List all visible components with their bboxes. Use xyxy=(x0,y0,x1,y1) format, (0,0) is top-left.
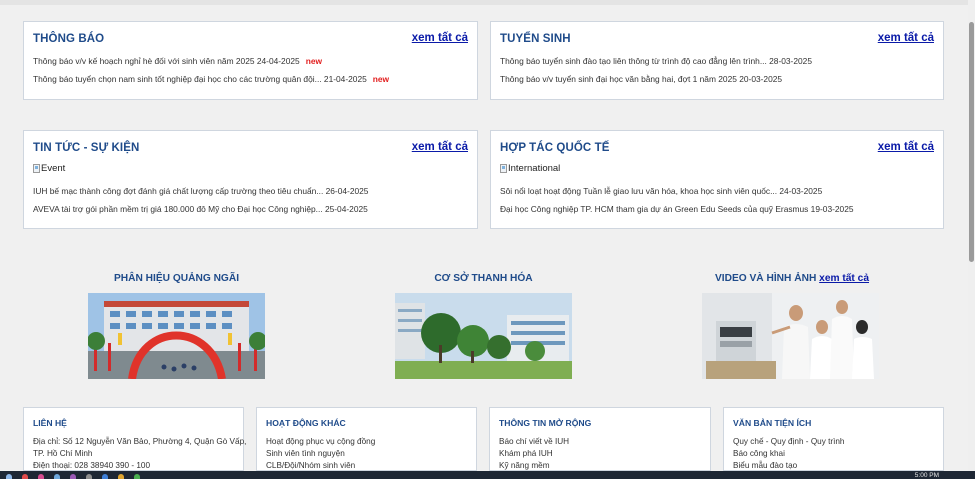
footer-activities-title: HOẠT ĐỘNG KHÁC xyxy=(266,418,346,428)
broken-image-icon xyxy=(500,164,507,173)
campus-building-illustration xyxy=(88,293,265,379)
admission-item[interactable]: Thông báo tuyển sinh đào tạo liên thông … xyxy=(500,56,812,66)
media-see-all-link[interactable]: xem tất cả xyxy=(819,273,869,284)
international-panel: HỢP TÁC QUỐC TẾ xem tất cả International… xyxy=(490,130,944,229)
footer-extended-title: THÔNG TIN MỞ RỘNG xyxy=(499,418,592,428)
taskbar-app-icon[interactable] xyxy=(102,474,108,479)
news-title: TIN TỨC - SỰ KIỆN xyxy=(33,142,140,154)
media-gallery-photo[interactable] xyxy=(702,293,879,379)
taskbar-app-icon[interactable] xyxy=(38,474,44,479)
international-see-all-link[interactable]: xem tất cả xyxy=(878,141,934,153)
quang-ngai-campus-photo[interactable] xyxy=(88,293,265,379)
admissions-title: TUYỂN SINH xyxy=(500,33,571,45)
os-taskbar xyxy=(0,471,975,479)
international-item[interactable]: Sôi nổi loạt hoạt động Tuần lễ giao lưu … xyxy=(500,186,822,196)
announcement-text[interactable]: Thông báo v/v kế hoạch nghỉ hè đối với s… xyxy=(33,56,300,66)
news-item[interactable]: IUH bế mạc thành công đợt đánh giá chất … xyxy=(33,186,368,196)
broken-image-icon xyxy=(33,164,40,173)
activities-link[interactable]: Sinh viên tình nguyện xyxy=(266,449,345,458)
contact-phone: Điện thoại: 028 38940 390 - 100 xyxy=(33,461,150,470)
international-title: HỢP TÁC QUỐC TẾ xyxy=(500,142,610,154)
media-title-text: VIDEO VÀ HÌNH ẢNH xyxy=(714,273,817,284)
announcement-item[interactable]: Thông báo v/v kế hoạch nghỉ hè đối với s… xyxy=(33,56,322,66)
taskbar-app-icon[interactable] xyxy=(70,474,76,479)
browser-top-edge xyxy=(0,0,968,5)
news-item[interactable]: AVEVA tài trợ gói phần mềm trị giá 180.0… xyxy=(33,204,368,214)
campus-trees-illustration xyxy=(395,293,572,379)
footer-documents: VĂN BẢN TIỆN ÍCH Quy chế - Quy định - Qu… xyxy=(723,407,944,471)
new-badge: new xyxy=(305,56,322,66)
news-image[interactable]: Event xyxy=(33,163,65,174)
extended-link[interactable]: Kỹ năng mềm xyxy=(499,461,550,470)
admissions-see-all-link[interactable]: xem tất cả xyxy=(878,32,934,44)
media-title: VIDEO VÀ HÌNH ẢNH xem tất cả xyxy=(690,273,894,284)
thanh-hoa-title[interactable]: CƠ SỞ THANH HÓA xyxy=(395,273,572,284)
taskbar-clock: 5:00 PM xyxy=(914,472,939,479)
announcements-see-all-link[interactable]: xem tất cả xyxy=(412,32,468,44)
contact-city: TP. Hồ Chí Minh xyxy=(33,449,93,458)
footer-activities: HOẠT ĐỘNG KHÁC Hoạt động phục vụ cộng đồ… xyxy=(256,407,477,471)
quang-ngai-title[interactable]: PHÂN HIỆU QUẢNG NGÃI xyxy=(88,273,265,284)
announcements-panel: THÔNG BÁO xem tất cả Thông báo v/v kế ho… xyxy=(23,21,478,100)
news-see-all-link[interactable]: xem tất cả xyxy=(412,141,468,153)
news-image-alt: Event xyxy=(41,163,66,174)
taskbar-app-icon[interactable] xyxy=(86,474,92,479)
extended-link[interactable]: Khám phá IUH xyxy=(499,449,553,458)
footer-contact-title: LIÊN HỆ xyxy=(33,418,67,428)
taskbar-app-icon[interactable] xyxy=(118,474,124,479)
thanh-hoa-campus-photo[interactable] xyxy=(395,293,572,379)
news-panel: TIN TỨC - SỰ KIỆN xem tất cả Event IUH b… xyxy=(23,130,478,229)
footer-documents-title: VĂN BẢN TIỆN ÍCH xyxy=(733,418,812,428)
announcements-title: THÔNG BÁO xyxy=(33,33,105,45)
documents-link[interactable]: Báo công khai xyxy=(733,449,785,458)
contact-address: Địa chỉ: Số 12 Nguyễn Văn Bảo, Phường 4,… xyxy=(33,437,247,446)
documents-link[interactable]: Biểu mẫu đào tạo xyxy=(733,461,797,470)
activities-link[interactable]: Hoạt động phục vụ cộng đồng xyxy=(266,437,375,446)
start-icon[interactable] xyxy=(6,474,12,479)
taskbar-app-icon[interactable] xyxy=(22,474,28,479)
taskbar-app-icon[interactable] xyxy=(54,474,60,479)
extended-link[interactable]: Báo chí viết về IUH xyxy=(499,437,569,446)
scrollbar-thumb[interactable] xyxy=(969,22,974,262)
announcement-text[interactable]: Thông báo tuyển chọn nam sinh tốt nghiệp… xyxy=(33,74,367,84)
documents-link[interactable]: Quy chế - Quy định - Quy trình xyxy=(733,437,845,446)
international-image-alt: International xyxy=(508,163,561,174)
new-badge: new xyxy=(372,74,390,84)
admissions-panel: TUYỂN SINH xem tất cả Thông báo tuyển si… xyxy=(490,21,944,100)
footer-extended: THÔNG TIN MỞ RỘNG Báo chí viết về IUH Kh… xyxy=(489,407,711,471)
scrollbar[interactable] xyxy=(968,0,975,471)
footer-contact: LIÊN HỆ Địa chỉ: Số 12 Nguyễn Văn Bảo, P… xyxy=(23,407,247,471)
announcement-item[interactable]: Thông báo tuyển chọn nam sinh tốt nghiệp… xyxy=(33,74,389,84)
laboratory-illustration xyxy=(702,293,879,379)
international-item[interactable]: Đại học Công nghiệp TP. HCM tham gia dự … xyxy=(500,204,854,214)
admission-item[interactable]: Thông báo v/v tuyển sinh đại học văn bằn… xyxy=(500,74,782,84)
international-image[interactable]: International xyxy=(500,163,560,174)
taskbar-app-icon[interactable] xyxy=(134,474,140,479)
activities-link[interactable]: CLB/Đội/Nhóm sinh viên xyxy=(266,461,355,470)
